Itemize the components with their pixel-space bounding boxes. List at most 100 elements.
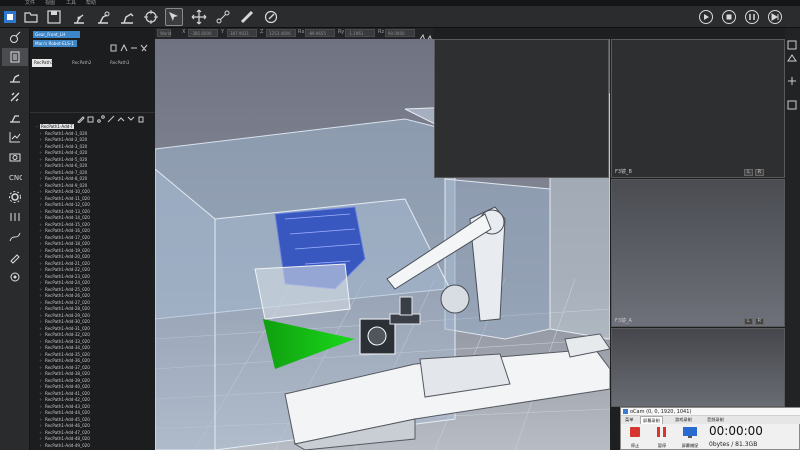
tree-item[interactable]: + RecPath1-Add-28_020 — [39, 306, 91, 312]
tree-item[interactable]: + RecPath1-Add-23_020 — [39, 274, 91, 280]
tree-item[interactable]: + RecPath1-Add-9_020 — [39, 183, 88, 189]
measure-icon[interactable] — [238, 8, 256, 26]
tree-item[interactable]: + RecPath1-Add-3_020 — [39, 144, 88, 150]
ocam-region-button[interactable]: 屏幕捕捉 — [679, 425, 701, 449]
tree-item[interactable]: + RecPath1-Add-42_020 — [39, 397, 91, 403]
ry-field[interactable]: -1.1961 — [345, 29, 375, 37]
rx-field[interactable]: -89.9655 — [305, 29, 335, 37]
record-icon[interactable] — [262, 8, 280, 26]
ocam-stop-button[interactable]: 停止 — [624, 425, 646, 449]
move-icon[interactable] — [190, 8, 208, 26]
path-icon[interactable] — [2, 228, 28, 246]
move-down-icon[interactable] — [127, 115, 135, 123]
tree-item[interactable]: + RecPath1-Add-4_020 — [39, 150, 88, 156]
tree-item[interactable]: + RecPath1-Add-35_020 — [39, 352, 91, 358]
save-icon[interactable] — [45, 8, 63, 26]
tree-item[interactable]: + RecPath1-Add-49_020 — [39, 443, 91, 449]
tree-item[interactable]: + RecPath1-Add-39_020 — [39, 378, 91, 384]
link-icon[interactable] — [2, 88, 28, 106]
tree-item[interactable]: + RecPath1-Add-26_020 — [39, 293, 91, 299]
cnc-icon[interactable]: CNC — [2, 168, 28, 186]
camera-view-2-left-button[interactable]: L — [744, 169, 753, 176]
tree-item[interactable]: + RecPath1-Add-48_020 — [39, 436, 91, 442]
tree-item[interactable]: + RecPath1-Add-47_020 — [39, 430, 91, 436]
tree-item[interactable]: + RecPath1-Add-38_020 — [39, 371, 91, 377]
pen-icon[interactable] — [107, 115, 115, 123]
tree-item[interactable]: + RecPath1-Add-10_020 — [39, 189, 91, 195]
tree-item[interactable]: + RecPath1-Add-7_020 — [39, 170, 88, 176]
snap-tool-icon[interactable] — [417, 28, 433, 42]
camera-view-2[interactable]: F3镜_B L R — [611, 39, 785, 178]
camera-view-1[interactable] — [434, 39, 609, 178]
tree-item[interactable]: + RecPath1-Add-11_020 — [39, 196, 91, 202]
robot-icon[interactable] — [2, 68, 28, 86]
tree-item[interactable]: + RecPath1-Add-1_020 — [39, 131, 88, 137]
link-tool-icon[interactable] — [97, 115, 105, 123]
end-icon[interactable] — [766, 8, 784, 26]
tree-item[interactable]: + RecPath1-Add-22_020 — [39, 267, 91, 273]
tree-item[interactable]: + RecPath1-Add-18_020 — [39, 241, 91, 247]
tree-root[interactable]: − RecPath1-Add-T — [35, 124, 74, 130]
tree-item[interactable]: + RecPath1-Add-12_020 — [39, 202, 91, 208]
camera-view-2-right-button[interactable]: R — [755, 169, 764, 176]
panel-action-icons[interactable] — [109, 43, 153, 53]
move-up-icon[interactable] — [117, 115, 125, 123]
tree-item[interactable]: + RecPath1-Add-29_020 — [39, 313, 91, 319]
robot-target-icon[interactable] — [142, 8, 160, 26]
ocam-tab-game[interactable]: 游戏录制 — [673, 416, 694, 424]
view-tool-icons[interactable] — [785, 38, 800, 138]
camera-view-3-left-button[interactable]: L — [744, 318, 753, 325]
robot-joint-icon[interactable] — [94, 8, 112, 26]
tree-item[interactable]: + RecPath1-Add-46_020 — [39, 423, 91, 429]
tab-recpath3[interactable]: RecPath3 — [108, 59, 130, 67]
selected-object-1[interactable]: Gear_Front_LH — [33, 31, 80, 38]
tree-item[interactable]: + RecPath1-Add-37_020 — [39, 365, 91, 371]
camera-view-3-right-button[interactable]: R — [755, 318, 764, 325]
tree-item[interactable]: + RecPath1-Add-15_020 — [39, 222, 91, 228]
guitar-model-icon[interactable] — [2, 28, 28, 46]
play-icon[interactable] — [697, 8, 715, 26]
tab-recpath2[interactable]: RecPath2 — [70, 59, 92, 67]
selected-object-2[interactable]: Man's Robot-ELS-1 — [33, 40, 77, 47]
camera-icon[interactable] — [2, 148, 28, 166]
frame-select[interactable]: World — [157, 29, 171, 37]
tree-item[interactable]: + RecPath1-Add-24_020 — [39, 280, 91, 286]
settings-icon[interactable] — [2, 268, 28, 286]
open-folder-icon[interactable] — [22, 8, 40, 26]
delete-icon[interactable] — [137, 115, 145, 123]
tree-item[interactable]: + RecPath1-Add-19_020 — [39, 248, 91, 254]
tree-item[interactable]: + RecPath1-Add-21_020 — [39, 261, 91, 267]
tree-item[interactable]: + RecPath1-Add-14_020 — [39, 215, 91, 221]
document-icon[interactable] — [2, 48, 28, 66]
tree-item[interactable]: + RecPath1-Add-20_020 — [39, 254, 91, 260]
tree-item[interactable]: + RecPath1-Add-45_020 — [39, 417, 91, 423]
tree-item[interactable]: + RecPath1-Add-44_020 — [39, 410, 91, 416]
tree-item[interactable]: + RecPath1-Add-40_020 — [39, 384, 91, 390]
tree-item[interactable]: + RecPath1-Add-30_020 — [39, 319, 91, 325]
tree-item[interactable]: + RecPath1-Add-36_020 — [39, 358, 91, 364]
grip-icon[interactable] — [2, 208, 28, 226]
camera-view-4[interactable] — [611, 328, 785, 407]
pause-icon[interactable] — [743, 8, 761, 26]
copy-icon[interactable] — [87, 115, 95, 123]
tab-recpath1[interactable]: RecPath1 — [32, 59, 53, 67]
tree-item[interactable]: + RecPath1-Add-5_020 — [39, 157, 88, 163]
tree-item[interactable]: + RecPath1-Add-25_020 — [39, 287, 91, 293]
tree-item[interactable]: + RecPath1-Add-17_020 — [39, 235, 91, 241]
select-arrow-icon[interactable] — [165, 8, 183, 26]
tree-item[interactable]: + RecPath1-Add-6_020 — [39, 163, 88, 169]
ocam-tab-screen[interactable]: 屏幕录制 — [640, 416, 663, 424]
robot-arm-icon[interactable] — [70, 8, 88, 26]
ocam-tab-audio[interactable]: 音频录制 — [705, 416, 726, 424]
tree-item[interactable]: + RecPath1-Add-16_020 — [39, 228, 91, 234]
tree-item[interactable]: + RecPath1-Add-2_020 — [39, 137, 88, 143]
tree-item[interactable]: + RecPath1-Add-32_020 — [39, 332, 91, 338]
robot-arm-tool-icon[interactable] — [118, 8, 136, 26]
stop-icon[interactable] — [720, 8, 738, 26]
tree-item[interactable]: + RecPath1-Add-43_020 — [39, 404, 91, 410]
app-logo-icon[interactable] — [1, 8, 19, 26]
tree-item[interactable]: + RecPath1-Add-34_020 — [39, 345, 91, 351]
tree-item[interactable]: + RecPath1-Add-41_020 — [39, 391, 91, 397]
y-field[interactable]: 387.9021 — [227, 29, 257, 37]
gear-icon[interactable] — [2, 188, 28, 206]
